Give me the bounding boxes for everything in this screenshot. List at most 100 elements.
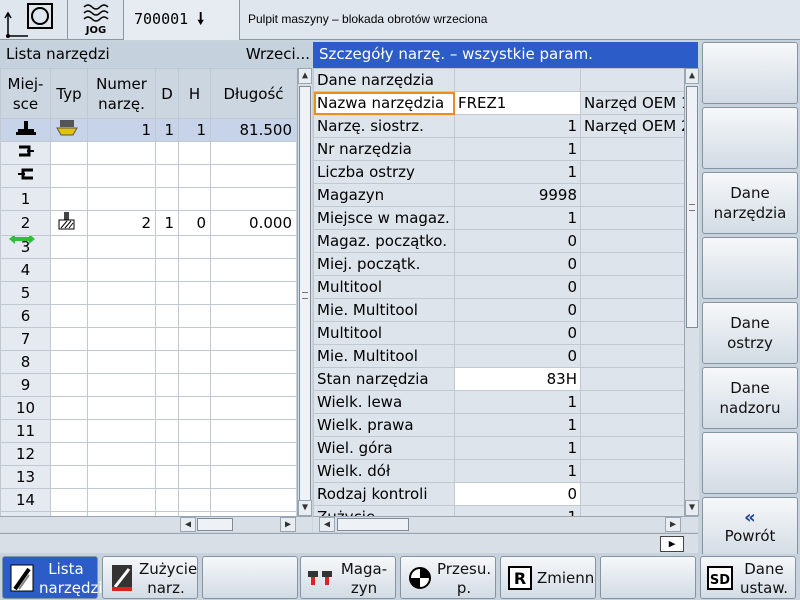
h-cell[interactable] [178, 442, 211, 466]
scroll-right-icon[interactable]: ▶ [280, 517, 296, 532]
d-cell[interactable] [155, 442, 179, 466]
tool-list-row[interactable]: 9 [0, 373, 296, 397]
tool-number-cell[interactable] [87, 235, 156, 259]
length-cell[interactable] [210, 327, 296, 351]
place-cell[interactable]: 14 [0, 488, 51, 512]
oem-parameter-cell[interactable] [580, 160, 685, 184]
place-cell[interactable]: 9 [0, 373, 51, 397]
place-cell[interactable]: 6 [0, 304, 51, 328]
d-cell[interactable] [155, 281, 179, 305]
length-cell[interactable] [210, 350, 296, 374]
hsoftkey-5[interactable]: Przesu. p. zero. [400, 556, 496, 600]
scroll-thumb[interactable] [299, 86, 311, 504]
place-cell[interactable]: 10 [0, 396, 51, 420]
length-cell[interactable] [210, 488, 296, 512]
h-cell[interactable] [178, 488, 211, 512]
softkey-dane-nadzoru[interactable]: Dane nadzoru [702, 367, 798, 429]
length-cell[interactable] [210, 373, 296, 397]
parameter-row[interactable]: Magazyn 9998 [313, 183, 685, 207]
parameter-value[interactable]: 1 [454, 206, 581, 230]
parameter-value[interactable]: 0 [454, 275, 581, 299]
parameter-row[interactable]: Multitool 0 [313, 321, 685, 345]
tool-number-cell[interactable] [87, 164, 156, 188]
next-page-icon[interactable]: ▶ [660, 536, 684, 552]
length-cell[interactable]: 0.000 [210, 210, 296, 236]
h-cell[interactable] [178, 281, 211, 305]
type-cell[interactable] [50, 281, 88, 305]
parameter-row[interactable]: Mie. Multitool 0 [313, 344, 685, 368]
oem-parameter-cell[interactable]: Narzęd OEM 2 [580, 114, 685, 138]
tool-list-row[interactable]: 1 1 1 81.500 [0, 118, 296, 142]
parameter-row[interactable]: Multitool 0 [313, 275, 685, 299]
softkey-empty-2[interactable] [702, 107, 798, 169]
hsoftkey-8[interactable]: SD Dane ustaw. [700, 556, 796, 599]
parameter-row[interactable]: Mie. Multitool 0 [313, 298, 685, 322]
oem-parameter-cell[interactable] [580, 344, 685, 368]
machine-area-icon[interactable] [0, 0, 68, 40]
oem-parameter-cell[interactable]: Narzęd OEM 1 [580, 91, 685, 115]
d-cell[interactable] [155, 258, 179, 282]
parameter-value[interactable]: 0 [454, 229, 581, 253]
type-cell[interactable] [50, 141, 88, 165]
length-cell[interactable] [210, 187, 296, 211]
place-cell[interactable]: 3 [0, 235, 51, 259]
oem-parameter-cell[interactable] [580, 459, 685, 483]
d-cell[interactable] [155, 350, 179, 374]
parameter-value[interactable]: 0 [454, 321, 581, 345]
parameter-row[interactable]: Nazwa narzędzia FREZ1 Narzęd OEM 1 [313, 91, 685, 115]
parameter-row[interactable]: Wiel. góra 1 [313, 436, 685, 460]
scroll-down-icon[interactable]: ▼ [685, 500, 699, 516]
parameter-value[interactable]: 1 [454, 137, 581, 161]
length-cell[interactable] [210, 258, 296, 282]
oem-parameter-cell[interactable] [580, 137, 685, 161]
tool-number-cell[interactable]: 1 [87, 118, 156, 142]
tool-list-row[interactable]: 6 [0, 304, 296, 328]
col-length[interactable]: Długość [210, 68, 296, 119]
type-cell[interactable] [50, 210, 88, 236]
tool-list-row[interactable] [0, 141, 296, 165]
tool-number-cell[interactable] [87, 396, 156, 420]
tool-list-horizontal-scrollbar[interactable]: ◀ ▶ [0, 516, 312, 532]
type-cell[interactable] [50, 465, 88, 489]
h-cell[interactable] [178, 396, 211, 420]
oem-parameter-cell[interactable] [580, 275, 685, 299]
parameter-row[interactable]: Rodzaj kontroli 0 [313, 482, 685, 506]
oem-parameter-cell[interactable] [580, 252, 685, 276]
length-cell[interactable] [210, 396, 296, 420]
tool-number-cell[interactable] [87, 187, 156, 211]
parameter-row[interactable]: Zużycie1 [313, 505, 685, 516]
type-cell[interactable] [50, 396, 88, 420]
type-cell[interactable] [50, 373, 88, 397]
oem-parameter-cell[interactable] [580, 482, 685, 506]
parameters-horizontal-scrollbar[interactable]: ◀ ▶ [313, 516, 698, 532]
h-cell[interactable] [178, 304, 211, 328]
place-cell[interactable]: 8 [0, 350, 51, 374]
tool-number-cell[interactable] [87, 304, 156, 328]
type-cell[interactable] [50, 187, 88, 211]
type-cell[interactable] [50, 327, 88, 351]
tool-list-vertical-scrollbar[interactable]: ▲ ▼ [297, 68, 312, 516]
softkey-dane-narzędzia[interactable]: Dane narzędzia [702, 172, 798, 234]
oem-parameter-cell[interactable] [580, 183, 685, 207]
oem-parameter-cell[interactable] [580, 367, 685, 391]
parameter-row[interactable]: Wielk. dół 1 [313, 459, 685, 483]
parameter-row[interactable]: Stan narzędzia 83H [313, 367, 685, 391]
parameter-row[interactable]: Liczba ostrzy 1 [313, 160, 685, 184]
tool-list-row[interactable]: 8 [0, 350, 296, 374]
h-cell[interactable] [178, 327, 211, 351]
col-d[interactable]: D [155, 68, 179, 119]
tool-number-cell[interactable]: 2 [87, 210, 156, 236]
length-cell[interactable] [210, 164, 296, 188]
d-cell[interactable] [155, 396, 179, 420]
parameter-value[interactable]: 83H [454, 367, 581, 391]
h-cell[interactable]: 0 [178, 210, 211, 236]
tool-number-cell[interactable] [87, 327, 156, 351]
hsoftkey-4[interactable]: Maga- zyn [300, 556, 396, 599]
parameter-value[interactable]: 9998 [454, 183, 581, 207]
parameter-value[interactable]: 0 [454, 482, 581, 506]
tool-list-row[interactable] [0, 164, 296, 188]
softkey-empty-7[interactable] [702, 432, 798, 494]
oem-parameter-cell[interactable] [580, 321, 685, 345]
parameter-value[interactable]: 0 [454, 252, 581, 276]
h-cell[interactable] [178, 164, 211, 188]
